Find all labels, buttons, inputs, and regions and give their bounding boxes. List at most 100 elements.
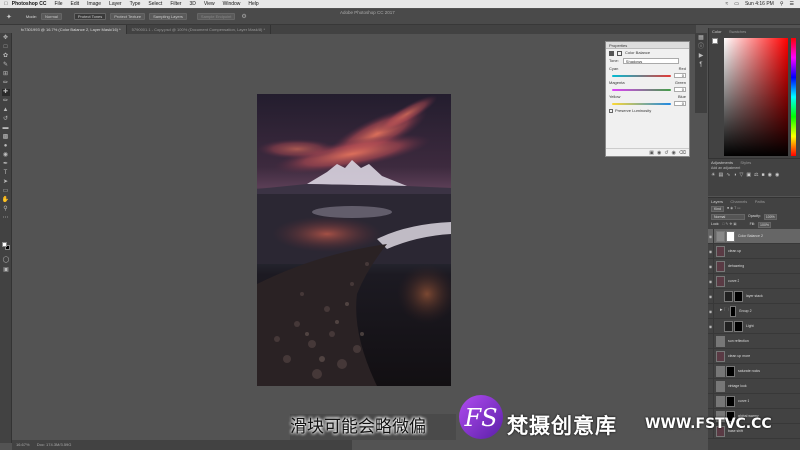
filter-icons[interactable]: ■ ◉ T ▭	[727, 206, 740, 212]
dodge-tool-icon[interactable]: ◉	[2, 152, 10, 159]
eye-icon[interactable]: ◉	[708, 318, 714, 334]
gradient-icon[interactable]: ▩	[2, 134, 10, 141]
eye-icon[interactable]: ◉	[708, 273, 714, 289]
menu-view[interactable]: View	[204, 1, 215, 7]
settings-icon[interactable]: ⚙	[241, 13, 246, 20]
layer-mask-thumbnail[interactable]	[726, 365, 735, 377]
layer-row[interactable]: sun reflection	[708, 333, 800, 349]
zoom-tool-icon[interactable]: ⚲	[2, 206, 10, 213]
cyan-red-slider[interactable]	[612, 75, 671, 77]
eye-icon[interactable]	[708, 333, 714, 349]
lasso-tool-icon[interactable]: ✿	[2, 53, 10, 60]
tab-styles[interactable]: Styles	[737, 159, 754, 166]
brightness-icon[interactable]: ☀	[711, 172, 715, 178]
clone-stamp-icon[interactable]: ▲	[2, 107, 10, 114]
layer-row[interactable]: ◉ Light	[708, 318, 800, 334]
type-tool-icon[interactable]: T	[2, 170, 10, 177]
layer-mask-thumbnail[interactable]	[726, 395, 735, 407]
kind-filter[interactable]: Kind	[711, 206, 725, 212]
menu-file[interactable]: File	[54, 1, 62, 7]
layer-row[interactable]: ◉ layer stack	[708, 288, 800, 304]
mode-select[interactable]: Normal	[41, 13, 62, 20]
eraser-icon[interactable]: ▬	[2, 125, 10, 132]
sampling-layers-button[interactable]: Sampling Layers	[149, 13, 187, 20]
vibrance-icon[interactable]: ▽	[739, 172, 743, 178]
menu-layer[interactable]: Layer	[109, 1, 122, 7]
path-select-icon[interactable]: ➤	[2, 179, 10, 186]
layer-row[interactable]: vintage look	[708, 378, 800, 394]
blur-tool-icon[interactable]: ●	[2, 143, 10, 150]
battery-icon[interactable]: ▭	[734, 1, 739, 7]
layer-row[interactable]: ◉ curve 2	[708, 273, 800, 289]
move-tool-icon[interactable]: ✥	[2, 35, 10, 42]
levels-icon[interactable]: ▤	[718, 172, 723, 178]
more-tools-icon[interactable]: ⋯	[2, 215, 10, 222]
cyan-red-value[interactable]: 0	[674, 73, 686, 78]
eye-icon[interactable]	[708, 348, 714, 364]
menu-edit[interactable]: Edit	[71, 1, 80, 7]
marquee-tool-icon[interactable]: □	[2, 44, 10, 51]
tab-channels[interactable]: Channels	[727, 198, 750, 205]
menu-filter[interactable]: Filter	[170, 1, 181, 7]
eye-icon[interactable]: ◉	[708, 303, 714, 319]
menu-app-name[interactable]: Photoshop CC	[12, 1, 47, 7]
layer-mask-thumbnail[interactable]	[726, 230, 735, 242]
foreground-color-swatch[interactable]	[2, 242, 7, 247]
play-icon[interactable]: ▶	[697, 53, 705, 60]
protect-texture-button[interactable]: Protect Texture	[110, 13, 146, 20]
layer-row[interactable]: ◉ dehazeing	[708, 258, 800, 274]
sample-endpoint-button[interactable]: Sample Endpoint	[196, 13, 236, 20]
view-previous-icon[interactable]: ◉	[657, 149, 661, 156]
trash-icon[interactable]: ⌫	[679, 149, 686, 156]
hue-icon[interactable]: ▣	[746, 172, 751, 178]
yellow-blue-slider[interactable]	[612, 103, 671, 105]
eyedropper-icon[interactable]: ✏	[2, 80, 10, 87]
eye-icon[interactable]	[708, 393, 714, 409]
apple-icon[interactable]: 	[4, 1, 8, 7]
zoom-level[interactable]: 16.67%	[16, 442, 30, 447]
crop-tool-icon[interactable]: ⊞	[2, 71, 10, 78]
tab-swatches[interactable]: Swatches	[726, 28, 749, 35]
tab-color[interactable]: Color	[709, 28, 725, 35]
magenta-green-value[interactable]: 0	[674, 87, 686, 92]
tone-select[interactable]: Shadows	[622, 58, 679, 64]
reset-icon[interactable]: ↺	[664, 149, 668, 156]
tab-document-2[interactable]: 5790001.1 - Copy.psd @ 100% (Document Co…	[127, 25, 272, 34]
visibility-icon[interactable]: ◉	[672, 149, 676, 156]
eye-icon[interactable]: ◉	[708, 228, 714, 244]
magenta-green-slider[interactable]	[612, 89, 671, 91]
fg-swatch-small[interactable]	[712, 38, 718, 44]
shape-tool-icon[interactable]: ▭	[2, 188, 10, 195]
quick-mask-icon[interactable]: ◯	[2, 257, 10, 264]
menu-window[interactable]: Window	[223, 1, 241, 7]
layer-row[interactable]: clean up more	[708, 348, 800, 364]
pen-tool-icon[interactable]: ✒	[2, 161, 10, 168]
history-icon[interactable]: ▦	[697, 35, 705, 42]
clock[interactable]: Sun 4:16 PM	[745, 1, 774, 7]
protect-tones-button[interactable]: Protect Tones	[73, 13, 107, 20]
layer-row[interactable]: ◉ clean up	[708, 243, 800, 259]
bw-icon[interactable]: ■	[762, 172, 765, 178]
menu-3d[interactable]: 3D	[189, 1, 195, 7]
brush-tool-icon[interactable]: ✏	[2, 98, 10, 105]
healing-brush-icon[interactable]: ✚	[1, 89, 10, 96]
fill-value[interactable]: 100%	[758, 222, 771, 228]
hand-tool-icon[interactable]: ✋	[2, 197, 10, 204]
layer-row[interactable]: ◉ ▸ 🗀 Group 2	[708, 303, 800, 319]
preserve-luminosity-checkbox[interactable]	[609, 109, 613, 113]
menu-help[interactable]: Help	[248, 1, 258, 7]
info-icon[interactable]: ⓘ	[697, 44, 705, 51]
color-field[interactable]	[724, 38, 788, 156]
screen-mode-icon[interactable]: ▣	[2, 267, 10, 274]
wifi-icon[interactable]: ≈	[725, 1, 728, 7]
tab-adjustments[interactable]: Adjustments	[708, 159, 736, 166]
layer-mask-thumbnail[interactable]	[734, 320, 743, 332]
paragraph-icon[interactable]: ¶	[697, 62, 705, 69]
channel-mixer-icon[interactable]: ◉	[775, 172, 779, 178]
exposure-icon[interactable]: ◑	[733, 172, 736, 178]
eye-icon[interactable]	[708, 363, 714, 379]
eye-icon[interactable]: ◉	[708, 258, 714, 274]
menu-type[interactable]: Type	[130, 1, 141, 7]
tab-paths[interactable]: Paths	[752, 198, 768, 205]
quick-select-icon[interactable]: ✎	[2, 62, 10, 69]
